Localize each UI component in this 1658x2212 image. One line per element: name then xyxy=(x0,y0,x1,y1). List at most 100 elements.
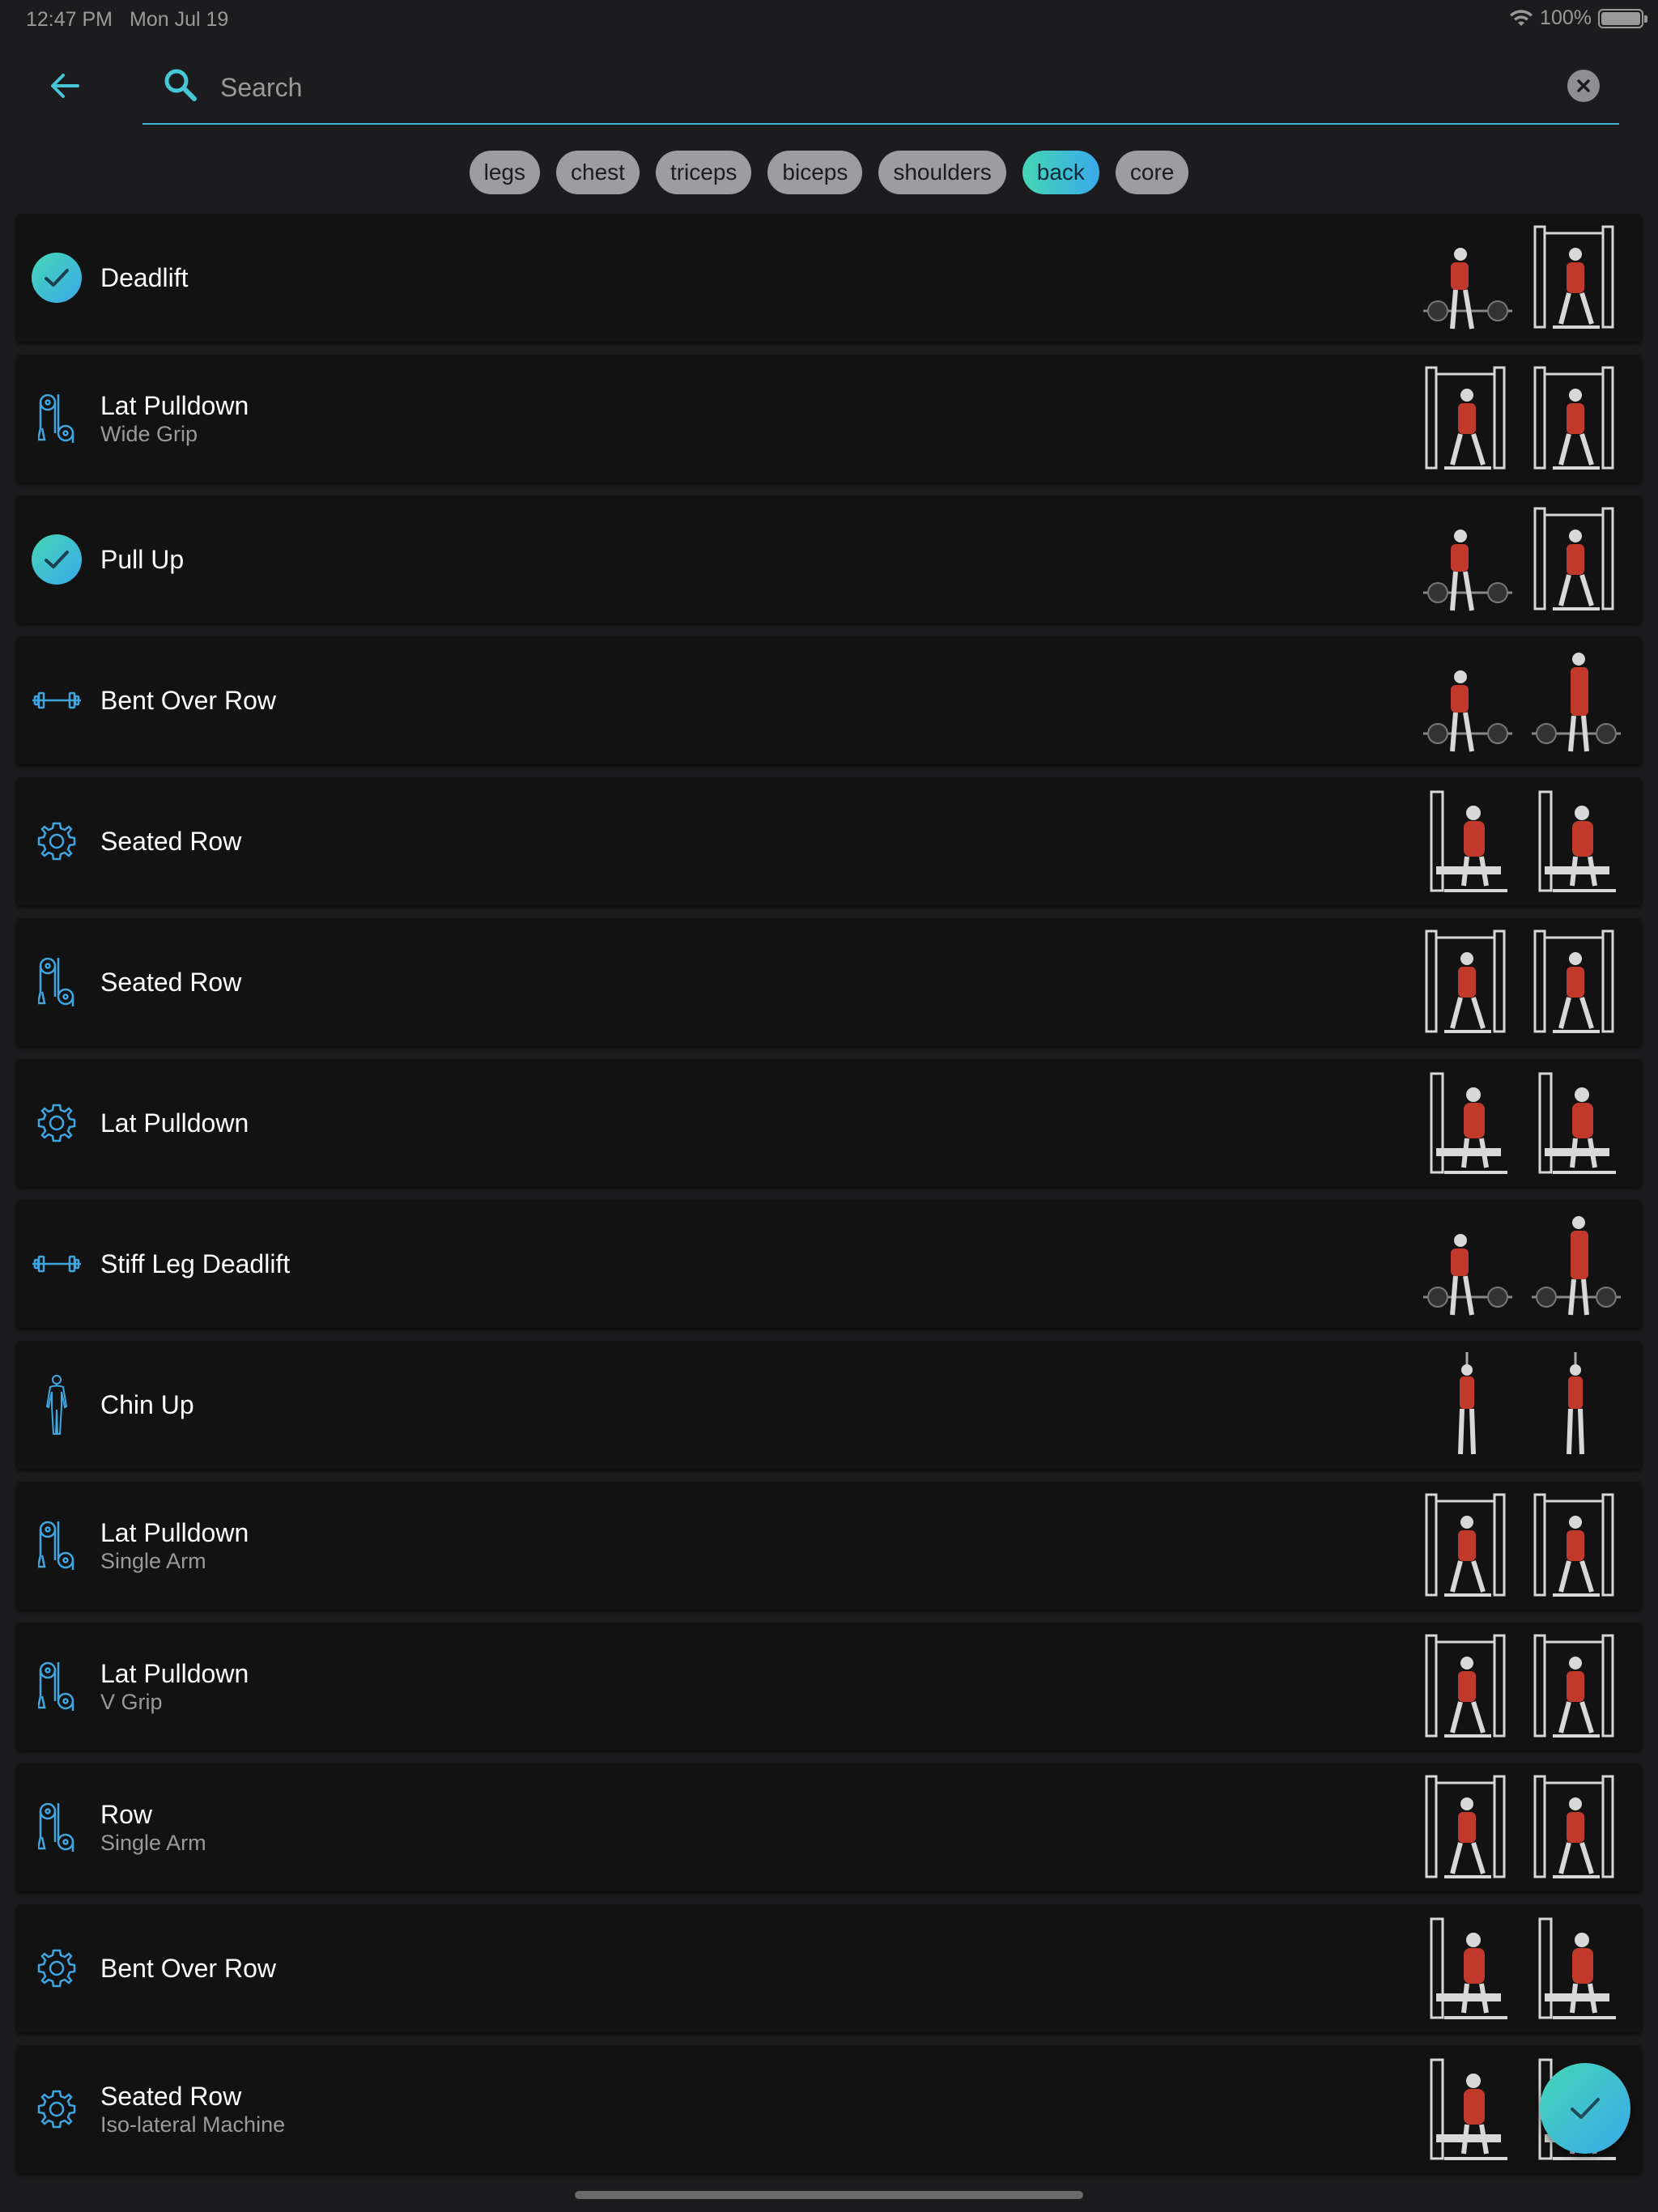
exercise-name: Bent Over Row xyxy=(100,1954,276,1983)
filter-chip-shoulders[interactable]: shoulders xyxy=(878,151,1006,194)
cable-icon xyxy=(31,956,83,1008)
exercise-illustration-frame xyxy=(1528,785,1624,897)
exercise-illustration-frame xyxy=(1528,1349,1624,1461)
exercise-name: Row xyxy=(100,1800,153,1829)
exercise-list: Deadlift Lat Pulldown Wide Grip Pull Up Bent… xyxy=(16,214,1642,2186)
exercise-illustration-frame xyxy=(1528,1490,1624,1602)
close-icon xyxy=(1577,79,1590,92)
exercise-illustration-frame xyxy=(1420,1490,1516,1602)
exercise-name: Lat Pulldown xyxy=(100,1659,249,1688)
exercise-name: Seated Row xyxy=(100,2082,242,2111)
exercise-row[interactable]: Pull Up xyxy=(16,496,1642,623)
exercise-illustration-frame xyxy=(1420,1208,1516,1320)
gear-icon xyxy=(31,2083,83,2135)
exercise-row[interactable]: Seated Row Iso-lateral Machine xyxy=(16,2045,1642,2173)
cable-icon xyxy=(31,393,83,445)
filter-chip-core[interactable]: core xyxy=(1115,151,1189,194)
exercise-illustration-frame xyxy=(1528,1208,1624,1320)
battery-percent: 100% xyxy=(1540,6,1592,29)
filter-chip-biceps[interactable]: biceps xyxy=(767,151,863,194)
exercise-row[interactable]: Deadlift xyxy=(16,214,1642,342)
exercise-subtitle: Single Arm xyxy=(100,1549,206,1573)
exercise-text: Lat Pulldown V Grip xyxy=(100,1623,249,1750)
clear-search-button[interactable] xyxy=(1567,70,1600,102)
back-button[interactable] xyxy=(42,63,87,108)
exercise-illustration-frame xyxy=(1528,363,1624,474)
exercise-text: Seated Row xyxy=(100,918,241,1046)
exercise-row[interactable]: Bent Over Row xyxy=(16,636,1642,764)
status-right: 100% xyxy=(1509,6,1647,30)
exercise-illustration-frame xyxy=(1528,644,1624,756)
exercise-text: Stiff Leg Deadlift xyxy=(100,1200,290,1328)
arrow-left-icon xyxy=(51,74,79,98)
exercise-row[interactable]: Chin Up xyxy=(16,1341,1642,1469)
home-indicator xyxy=(575,2191,1083,2199)
body-icon xyxy=(31,1375,83,1435)
exercise-illustration-frame xyxy=(1420,1349,1516,1461)
exercise-text: Seated Row Iso-lateral Machine xyxy=(100,2045,285,2173)
exercise-illustration xyxy=(1420,1206,1624,1321)
status-time: 12:47 PM xyxy=(26,8,113,31)
exercise-subtitle: Iso-lateral Machine xyxy=(100,2112,286,2137)
exercise-name: Lat Pulldown xyxy=(100,391,249,420)
exercise-name: Bent Over Row xyxy=(100,686,276,715)
status-bar: 12:47 PM Mon Jul 19 100% xyxy=(0,0,1658,39)
cable-icon xyxy=(31,1520,83,1572)
exercise-illustration-frame xyxy=(1420,222,1516,334)
exercise-text: Deadlift xyxy=(100,214,189,342)
exercise-name: Lat Pulldown xyxy=(100,1108,249,1138)
exercise-illustration xyxy=(1420,1488,1624,1603)
exercise-illustration-frame xyxy=(1528,1067,1624,1179)
exercise-text: Chin Up xyxy=(100,1341,194,1469)
exercise-name: Deadlift xyxy=(100,263,189,292)
exercise-subtitle: Single Arm xyxy=(100,1831,206,1855)
exercise-row[interactable]: Stiff Leg Deadlift xyxy=(16,1200,1642,1328)
exercise-illustration-frame xyxy=(1528,504,1624,615)
exercise-illustration-frame xyxy=(1420,504,1516,615)
exercise-row[interactable]: Seated Row xyxy=(16,918,1642,1046)
exercise-illustration-frame xyxy=(1528,1912,1624,2024)
exercise-name: Chin Up xyxy=(100,1390,194,1419)
exercise-illustration-frame xyxy=(1420,926,1516,1038)
filter-chip-chest[interactable]: chest xyxy=(556,151,640,194)
barbell-icon xyxy=(31,674,83,726)
wifi-icon xyxy=(1510,9,1533,26)
exercise-text: Lat Pulldown Single Arm xyxy=(100,1482,249,1610)
exercise-illustration xyxy=(1420,1629,1624,1744)
confirm-fab-button[interactable] xyxy=(1540,2063,1630,2154)
exercise-illustration-frame xyxy=(1420,2053,1516,2165)
barbell-icon xyxy=(31,1238,83,1290)
exercise-illustration xyxy=(1420,502,1624,617)
exercise-illustration xyxy=(1420,1770,1624,1885)
exercise-name: Seated Row xyxy=(100,827,242,856)
exercise-subtitle: V Grip xyxy=(100,1690,163,1714)
filter-chip-back[interactable]: back xyxy=(1022,151,1099,194)
exercise-row[interactable]: Seated Row xyxy=(16,777,1642,905)
check-icon xyxy=(1571,2098,1600,2119)
exercise-row[interactable]: Lat Pulldown Wide Grip xyxy=(16,355,1642,483)
filter-chip-triceps[interactable]: triceps xyxy=(655,151,752,194)
exercise-illustration xyxy=(1420,1911,1624,2026)
search-bar xyxy=(142,49,1619,125)
exercise-row[interactable]: Lat Pulldown xyxy=(16,1059,1642,1187)
filter-chip-legs[interactable]: legs xyxy=(469,151,540,194)
exercise-name: Lat Pulldown xyxy=(100,1518,249,1547)
exercise-text: Row Single Arm xyxy=(100,1763,206,1891)
check-icon xyxy=(31,534,83,585)
muscle-filter-chips: legs chest triceps biceps shoulders back core xyxy=(0,151,1658,194)
exercise-text: Pull Up xyxy=(100,496,184,623)
exercise-row[interactable]: Lat Pulldown V Grip xyxy=(16,1623,1642,1750)
gear-icon xyxy=(31,1942,83,1994)
exercise-row[interactable]: Bent Over Row xyxy=(16,1904,1642,2032)
battery-icon xyxy=(1598,8,1647,28)
exercise-illustration-frame xyxy=(1420,1067,1516,1179)
exercise-row[interactable]: Lat Pulldown Single Arm xyxy=(16,1482,1642,1610)
exercise-illustration-frame xyxy=(1528,1631,1624,1742)
gear-icon xyxy=(31,815,83,867)
exercise-illustration-frame xyxy=(1528,926,1624,1038)
search-input[interactable] xyxy=(220,63,1516,112)
exercise-illustration xyxy=(1420,1347,1624,1462)
exercise-illustration-frame xyxy=(1420,1912,1516,2024)
exercise-row[interactable]: Row Single Arm xyxy=(16,1763,1642,1891)
exercise-illustration-frame xyxy=(1420,1772,1516,1883)
